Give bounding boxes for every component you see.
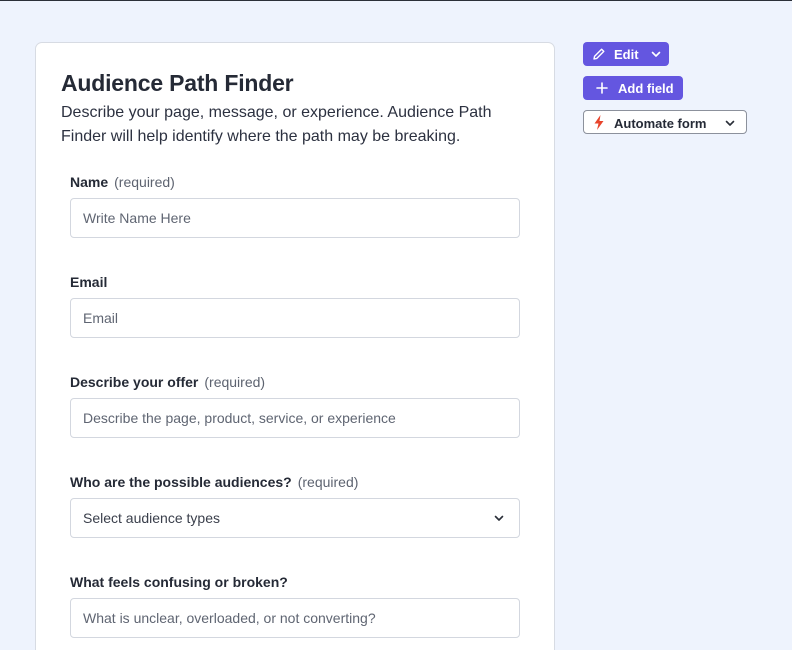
add-field-button[interactable]: Add field <box>583 76 683 100</box>
offer-field: Describe your offer (required) Describe t… <box>70 372 520 438</box>
chevron-down-icon <box>494 515 504 521</box>
edit-button[interactable]: Edit <box>583 42 669 66</box>
audiences-field-label-row: Who are the possible audiences? (required… <box>70 472 520 492</box>
audiences-select[interactable]: Select audience types <box>70 498 520 538</box>
confusing-field-label-row: What feels confusing or broken? <box>70 572 520 592</box>
confusing-input[interactable]: What is unclear, overloaded, or not conv… <box>70 598 520 638</box>
email-input[interactable]: Email <box>70 298 520 338</box>
name-input[interactable]: Write Name Here <box>70 198 520 238</box>
chevron-down-icon[interactable] <box>724 117 736 129</box>
pencil-icon <box>593 48 605 60</box>
audiences-field: Who are the possible audiences? (required… <box>70 472 520 538</box>
automate-form-button[interactable]: Automate form <box>583 110 747 134</box>
automate-form-button-label: Automate form <box>614 116 707 131</box>
plus-icon <box>596 82 608 94</box>
audiences-select-value: Select audience types <box>83 510 220 526</box>
window-top-border <box>0 0 792 1</box>
form-card: Audience Path Finder Describe your page,… <box>35 42 555 650</box>
edit-button-label: Edit <box>614 47 639 62</box>
confusing-field-label: What feels confusing or broken? <box>70 574 288 590</box>
email-field-label: Email <box>70 274 108 290</box>
offer-input[interactable]: Describe the page, product, service, or … <box>70 398 520 438</box>
offer-field-label-row: Describe your offer (required) <box>70 372 520 392</box>
name-field: Name (required) Write Name Here <box>70 172 520 238</box>
offer-field-label: Describe your offer <box>70 374 199 390</box>
name-field-label-row: Name (required) <box>70 172 520 192</box>
audiences-required-note: (required) <box>297 474 359 490</box>
confusing-field: What feels confusing or broken? What is … <box>70 572 520 638</box>
chevron-down-icon[interactable] <box>650 48 662 60</box>
lightning-icon <box>594 115 604 130</box>
offer-required-note: (required) <box>204 374 266 390</box>
form-description: Describe your page, message, or experien… <box>61 104 492 145</box>
add-field-button-label: Add field <box>618 81 674 96</box>
email-field: Email Email <box>70 272 520 338</box>
email-field-label-row: Email <box>70 272 520 292</box>
name-field-label: Name <box>70 174 109 190</box>
form-title: Audience Path Finder <box>61 70 294 96</box>
audiences-field-label: Who are the possible audiences? <box>70 474 292 490</box>
name-required-note: (required) <box>114 174 175 190</box>
